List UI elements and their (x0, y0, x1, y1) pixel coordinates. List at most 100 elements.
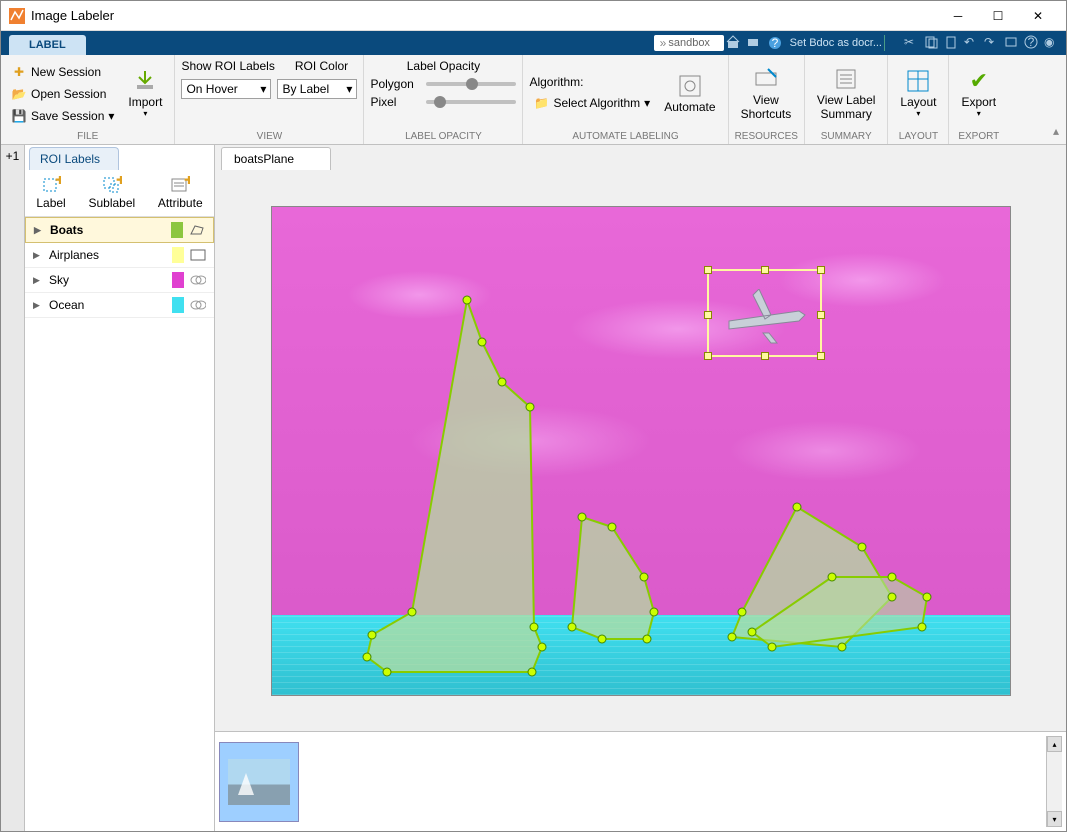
folder-icon: 📂 (11, 86, 27, 102)
label-tab[interactable]: LABEL (9, 35, 86, 55)
label-toolbar: ✚Label ✚Sublabel ✚Attribute (25, 170, 214, 217)
main-area: +1 ROI Labels ✚Label ✚Sublabel ✚Attribut… (1, 145, 1066, 831)
roi-color-dropdown[interactable]: By Label ▾ (277, 79, 357, 99)
print-icon[interactable] (746, 35, 762, 51)
side-tabs[interactable]: +1 (1, 145, 25, 831)
show-roi-label: Show ROI Labels (181, 59, 274, 73)
canvas-main[interactable] (215, 170, 1066, 731)
canvas-area: boatsPlane (215, 145, 1066, 831)
scroll-down-icon[interactable]: ▾ (1047, 811, 1062, 827)
undo-icon[interactable]: ↶ (964, 35, 980, 51)
prefs-icon[interactable] (1004, 35, 1020, 51)
sublabel-btn-text: Sublabel (88, 196, 135, 210)
label-name: Ocean (49, 298, 166, 312)
thumbnail-boatsplane[interactable] (219, 742, 299, 822)
shape-icon (190, 299, 206, 311)
more-icon[interactable]: ◉ (1044, 35, 1060, 51)
label-row-boats[interactable]: ▶Boats (25, 217, 214, 243)
airplane-rect-roi[interactable] (707, 269, 822, 357)
color-swatch (171, 222, 183, 238)
chevron-down-icon: ▾ (977, 109, 981, 119)
expand-icon[interactable]: ▶ (34, 225, 44, 236)
svg-text:?: ? (1028, 35, 1035, 49)
export-button[interactable]: ✔ Export▾ (955, 67, 1002, 121)
ribbon-group-resources: View Shortcuts RESOURCES (729, 55, 805, 144)
label-row-ocean[interactable]: ▶ Ocean (25, 293, 214, 318)
plus1-tab[interactable]: +1 (6, 149, 20, 163)
color-swatch (172, 272, 184, 288)
expand-icon[interactable]: ▶ (33, 275, 43, 286)
filmstrip: ▴ ▾ (215, 731, 1066, 831)
export-label: Export (961, 95, 996, 109)
help2-icon[interactable]: ? (1024, 35, 1040, 51)
bdoc-text[interactable]: Set Bdoc as docr... (790, 37, 882, 49)
ribbon: ✚New Session 📂Open Session 💾 Save Session… (1, 55, 1066, 145)
view-summary-button[interactable]: View Label Summary (811, 65, 882, 124)
automate-group-label: AUTOMATE LABELING (529, 129, 721, 142)
image-view[interactable] (271, 206, 1011, 696)
summary-label: View Label Summary (817, 93, 876, 122)
ribbon-group-summary: View Label Summary SUMMARY (805, 55, 889, 144)
folder-icon: 📁 (533, 95, 549, 111)
scroll-up-icon[interactable]: ▴ (1047, 736, 1062, 752)
automate-button[interactable]: Automate (658, 72, 721, 116)
redo-icon[interactable]: ↷ (984, 35, 1000, 51)
opacity-title: Label Opacity (407, 59, 480, 73)
roi-labels-tab[interactable]: ROI Labels (29, 147, 119, 170)
label-row-sky[interactable]: ▶ Sky (25, 268, 214, 293)
new-session-button[interactable]: ✚New Session (7, 62, 118, 82)
show-roi-dropdown[interactable]: On Hover▾ (181, 79, 271, 99)
attribute-icon: ✚ (170, 176, 190, 196)
label-row-airplanes[interactable]: ▶ Airplanes (25, 243, 214, 268)
ribbon-group-layout: Layout▾ LAYOUT (888, 55, 949, 144)
view-shortcuts-button[interactable]: View Shortcuts (735, 65, 798, 124)
algorithm-label: Algorithm: (529, 75, 654, 89)
open-session-button[interactable]: 📂Open Session (7, 84, 118, 104)
new-attribute-button[interactable]: ✚Attribute (158, 176, 203, 210)
resources-group-label: RESOURCES (735, 129, 798, 142)
export-group-label: EXPORT (955, 129, 1002, 142)
boat-polygons[interactable] (272, 207, 1011, 696)
check-icon: ✔ (967, 69, 991, 93)
layout-button[interactable]: Layout▾ (894, 67, 942, 121)
collapse-ribbon-button[interactable]: ▴ (1046, 55, 1066, 144)
home-icon[interactable] (726, 35, 742, 51)
maximize-button[interactable]: ☐ (978, 2, 1018, 30)
paste-icon[interactable] (944, 35, 960, 51)
app-icon (9, 8, 25, 24)
cut-icon[interactable]: ✂ (904, 35, 920, 51)
new-label-button[interactable]: ✚Label (36, 176, 65, 210)
canvas-tab[interactable]: boatsPlane (221, 147, 331, 170)
save-icon: 💾 (11, 108, 27, 124)
chevron-down-icon: ▾ (346, 82, 352, 96)
ribbon-group-file: ✚New Session 📂Open Session 💾 Save Session… (1, 55, 175, 144)
roi-labels-panel: ROI Labels ✚Label ✚Sublabel ✚Attribute ▶… (25, 145, 215, 831)
expand-icon[interactable]: ▶ (33, 250, 43, 261)
save-session-button[interactable]: 💾Save Session▾ (7, 106, 118, 126)
select-algorithm-dropdown[interactable]: 📁Select Algorithm▾ (529, 93, 654, 113)
by-label-value: By Label (282, 82, 329, 96)
label-name: Sky (49, 273, 166, 287)
polygon-opacity-slider[interactable] (426, 82, 516, 86)
new-session-label: New Session (31, 65, 101, 79)
ribbon-group-view: Show ROI Labels ROI Color On Hover▾ By L… (175, 55, 364, 144)
svg-text:?: ? (771, 36, 778, 50)
close-button[interactable]: ✕ (1018, 2, 1058, 30)
help-icon[interactable]: ? (768, 36, 782, 50)
sandbox-search[interactable]: » sandbox (654, 35, 724, 51)
sandbox-text: sandbox (668, 37, 710, 49)
save-session-label: Save Session (31, 109, 104, 123)
import-button[interactable]: Import ▾ (122, 67, 168, 121)
view-group-label: VIEW (181, 129, 357, 142)
copy-icon[interactable] (924, 35, 940, 51)
filmstrip-scrollbar[interactable]: ▴ ▾ (1046, 736, 1062, 827)
chevron-down-icon: ▾ (644, 96, 650, 110)
new-sublabel-button[interactable]: ✚Sublabel (88, 176, 135, 210)
label-name: Airplanes (49, 248, 166, 262)
shortcuts-icon (754, 67, 778, 91)
minimize-button[interactable]: ─ (938, 2, 978, 30)
pixel-label: Pixel (370, 95, 420, 109)
pixel-opacity-slider[interactable] (426, 100, 516, 104)
window-title: Image Labeler (31, 8, 938, 23)
expand-icon[interactable]: ▶ (33, 300, 43, 311)
